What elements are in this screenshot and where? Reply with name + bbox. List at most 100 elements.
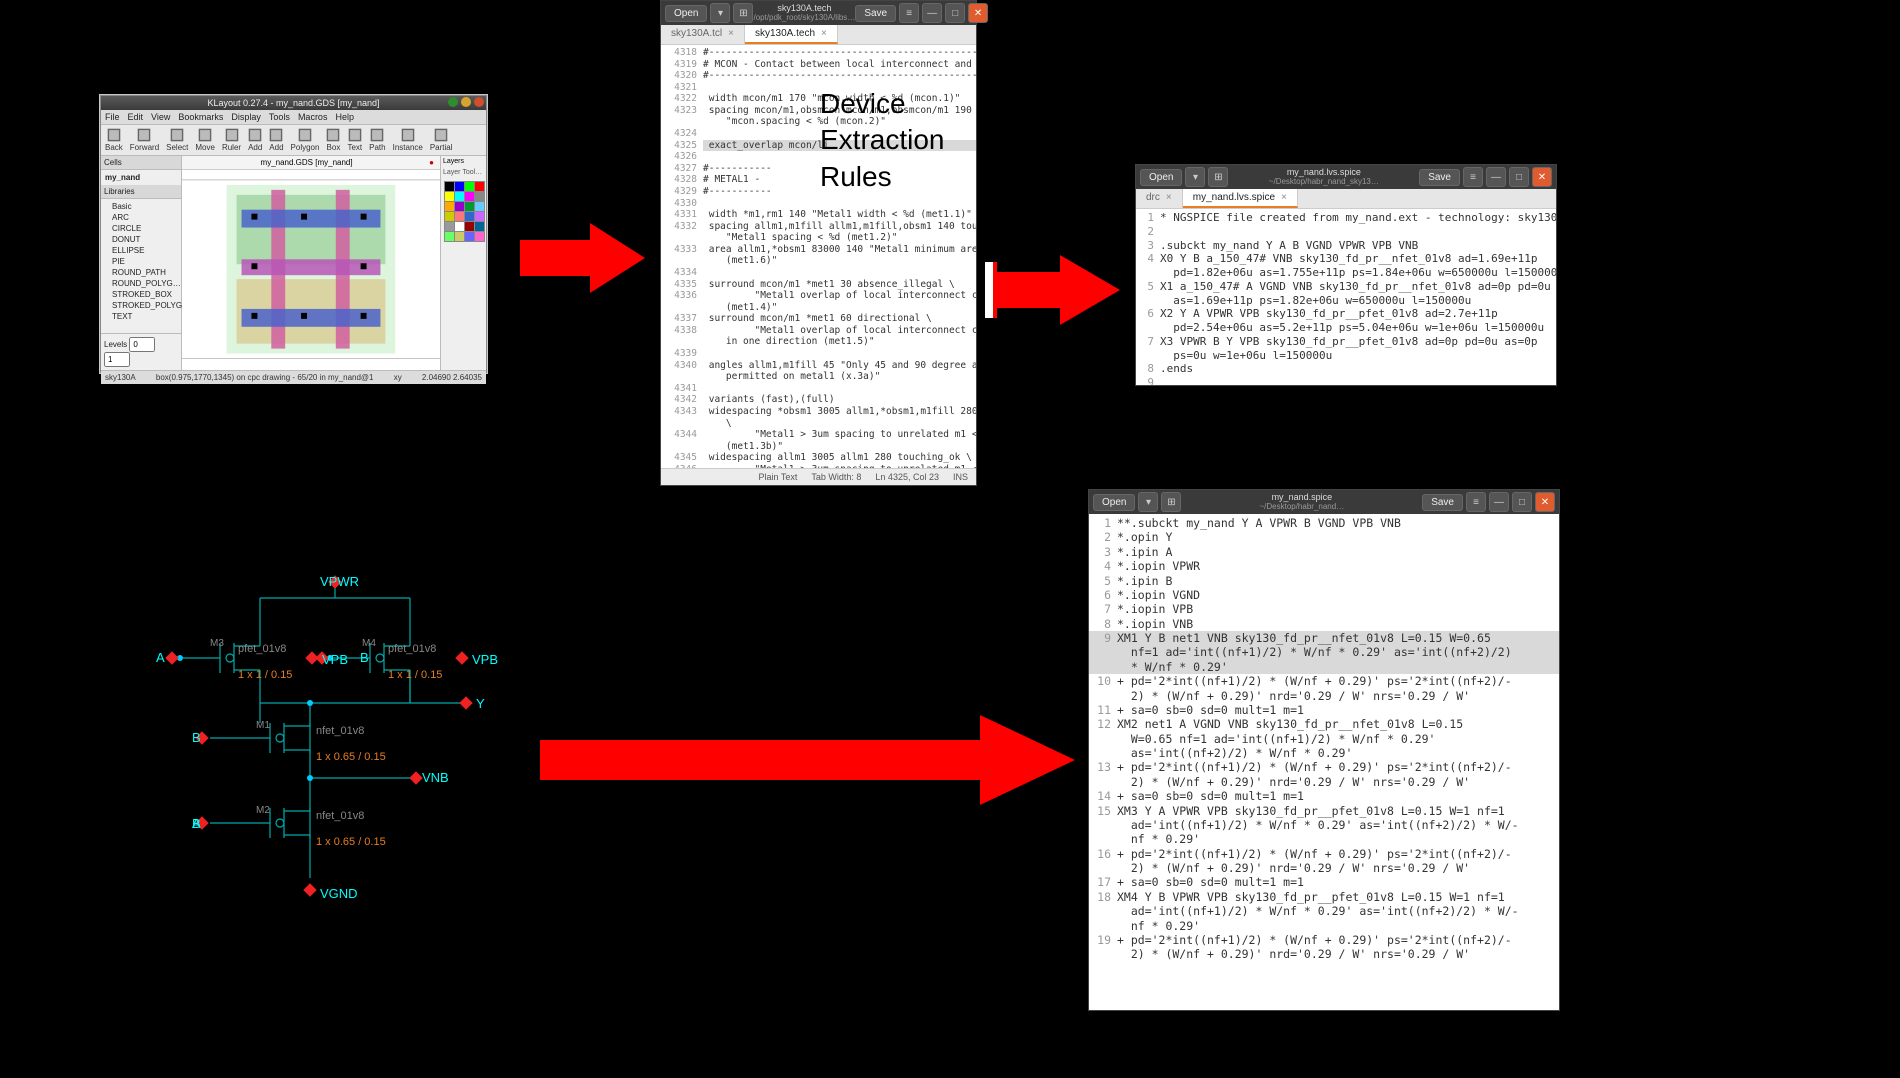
menu-display[interactable]: Display — [231, 112, 261, 122]
net-vpb2: VPB — [472, 652, 498, 667]
menu-file[interactable]: File — [105, 112, 120, 122]
levels-to-input[interactable] — [104, 352, 130, 367]
tab-close-icon[interactable]: × — [728, 28, 734, 39]
minimize-icon[interactable]: — — [1489, 492, 1509, 512]
tool-add[interactable]: Add — [269, 128, 283, 152]
status-tab[interactable]: Tab Width: 8 — [811, 472, 861, 482]
code-line: 3.subckt my_nand Y A B VGND VPWR VPB VNB — [1136, 239, 1556, 253]
tab-sky130A-tech[interactable]: sky130A.tech× — [745, 25, 838, 44]
tab-my_nand-lvs-spice[interactable]: my_nand.lvs.spice× — [1183, 189, 1298, 208]
code-line: pd=2.54e+06u as=5.2e+11p ps=5.04e+06u w=… — [1136, 321, 1556, 335]
open-dropdown-icon[interactable]: ▾ — [710, 3, 730, 23]
tool-path[interactable]: Path — [369, 128, 385, 152]
menu-bookmarks[interactable]: Bookmarks — [178, 112, 223, 122]
menu-icon[interactable]: ≡ — [899, 3, 919, 23]
minimize-icon[interactable]: — — [1486, 167, 1506, 187]
code-line: 4330 — [661, 198, 976, 210]
lib-item[interactable]: DONUT — [112, 234, 178, 245]
maximize-button[interactable] — [461, 97, 471, 107]
open-button[interactable]: Open — [1140, 169, 1182, 186]
tool-text[interactable]: Text — [347, 128, 362, 152]
minimize-icon[interactable]: — — [922, 3, 942, 23]
menu-icon[interactable]: ≡ — [1463, 167, 1483, 187]
tool-partial[interactable]: Partial — [430, 128, 453, 152]
close-icon[interactable]: ✕ — [1535, 492, 1555, 512]
close-icon[interactable]: ✕ — [968, 3, 988, 23]
lib-item[interactable]: Basic — [112, 201, 178, 212]
lvs-header[interactable]: Open ▾ ⊞ my_nand.lvs.spice ~/Desktop/hab… — [1136, 165, 1556, 189]
lib-item[interactable]: TEXT — [112, 311, 178, 322]
lib-item[interactable]: ARC — [112, 212, 178, 223]
current-cell-name[interactable]: my_nand — [101, 170, 181, 185]
code-line: 9 — [1136, 376, 1556, 385]
tool-move[interactable]: Move — [195, 128, 215, 152]
layertool-title: Layer Tool… — [441, 167, 486, 178]
lib-item[interactable]: CIRCLE — [112, 223, 178, 234]
klayout-titlebar[interactable]: KLayout 0.27.4 - my_nand.GDS [my_nand] — [101, 96, 486, 110]
minimize-button[interactable] — [448, 97, 458, 107]
new-tab-icon[interactable]: ⊞ — [733, 3, 753, 23]
menu-help[interactable]: Help — [335, 112, 354, 122]
status-mode[interactable]: Plain Text — [759, 472, 798, 482]
tab-drc[interactable]: drc× — [1136, 189, 1183, 208]
klayout-title: KLayout 0.27.4 - my_nand.GDS [my_nand] — [207, 98, 379, 108]
levels-from-input[interactable] — [129, 337, 155, 352]
sp2-subtitle: ~/Desktop/habr_nand… — [1181, 503, 1422, 512]
menu-view[interactable]: View — [151, 112, 170, 122]
open-button[interactable]: Open — [1093, 494, 1135, 511]
maximize-icon[interactable]: □ — [1512, 492, 1532, 512]
lib-item[interactable]: ELLIPSE — [112, 245, 178, 256]
color-swatch[interactable] — [474, 231, 485, 242]
status-ins: INS — [953, 472, 968, 482]
menu-tools[interactable]: Tools — [269, 112, 290, 122]
maximize-icon[interactable]: □ — [1509, 167, 1529, 187]
dim-n1: 1 x 0.65 / 0.15 — [316, 751, 386, 763]
sp2-header[interactable]: Open ▾ ⊞ my_nand.spice ~/Desktop/habr_na… — [1089, 490, 1559, 514]
lib-item[interactable]: ROUND_POLYG… — [112, 278, 178, 289]
tab-sky130A-tcl[interactable]: sky130A.tcl× — [661, 25, 745, 44]
tab-close-icon[interactable]: × — [821, 28, 827, 39]
klayout-canvas[interactable] — [182, 170, 440, 370]
menu-edit[interactable]: Edit — [128, 112, 144, 122]
tool-ruler[interactable]: Ruler — [222, 128, 241, 152]
tool-add[interactable]: Add — [248, 128, 262, 152]
tab-close-icon[interactable]: × — [1166, 192, 1172, 203]
gedit-header[interactable]: Open ▾ ⊞ sky130A.tech /opt/pdk_root/sky1… — [661, 1, 976, 25]
lib-item[interactable]: STROKED_BOX — [112, 289, 178, 300]
close-icon[interactable]: ✕ — [1532, 167, 1552, 187]
lvs-code[interactable]: 1* NGSPICE file created from my_nand.ext… — [1136, 209, 1556, 385]
tool-back[interactable]: Back — [105, 128, 123, 152]
save-button[interactable]: Save — [1422, 494, 1463, 511]
tool-instance[interactable]: Instance — [393, 128, 423, 152]
tool-polygon[interactable]: Polygon — [291, 128, 320, 152]
schematic-viewer[interactable]: VPWR A B VPB VPB Y A B A VNB VGND M3 M4 … — [60, 568, 540, 948]
lib-item[interactable]: STROKED_POLYG… — [112, 300, 178, 311]
lib-item[interactable]: PIE — [112, 256, 178, 267]
code-line: 4*.iopin VPWR — [1089, 559, 1559, 573]
code-line: W=0.65 nf=1 ad='int((nf+1)/2) * W/nf * 0… — [1089, 732, 1559, 746]
sp2-code[interactable]: 1**.subckt my_nand Y A VPWR B VGND VPB V… — [1089, 514, 1559, 1010]
tab-close-icon[interactable]: × — [1281, 192, 1287, 203]
lib-item[interactable]: ROUND_PATH — [112, 267, 178, 278]
code-line: as='int((nf+2)/2) * W/nf * 0.29' — [1089, 746, 1559, 760]
net-vnb: VNB — [422, 770, 449, 785]
tool-forward[interactable]: Forward — [130, 128, 159, 152]
menu-macros[interactable]: Macros — [298, 112, 328, 122]
open-dropdown-icon[interactable]: ▾ — [1138, 492, 1158, 512]
save-button[interactable]: Save — [855, 5, 896, 22]
tool-select[interactable]: Select — [166, 128, 188, 152]
new-tab-icon[interactable]: ⊞ — [1161, 492, 1181, 512]
tool-box[interactable]: Box — [326, 128, 340, 152]
new-tab-icon[interactable]: ⊞ — [1208, 167, 1228, 187]
open-button[interactable]: Open — [665, 5, 707, 22]
crumb-close-icon[interactable]: ● — [429, 158, 434, 167]
code-line: 1**.subckt my_nand Y A VPWR B VGND VPB V… — [1089, 516, 1559, 530]
code-line: (met1.6)" — [661, 255, 976, 267]
save-button[interactable]: Save — [1419, 169, 1460, 186]
open-dropdown-icon[interactable]: ▾ — [1185, 167, 1205, 187]
close-button[interactable] — [474, 97, 484, 107]
menu-icon[interactable]: ≡ — [1466, 492, 1486, 512]
maximize-icon[interactable]: □ — [945, 3, 965, 23]
code-line: 4335 surround mcon/m1 *met1 30 absence_i… — [661, 279, 976, 291]
crumb-text[interactable]: my_nand.GDS [my_nand] — [261, 158, 353, 167]
